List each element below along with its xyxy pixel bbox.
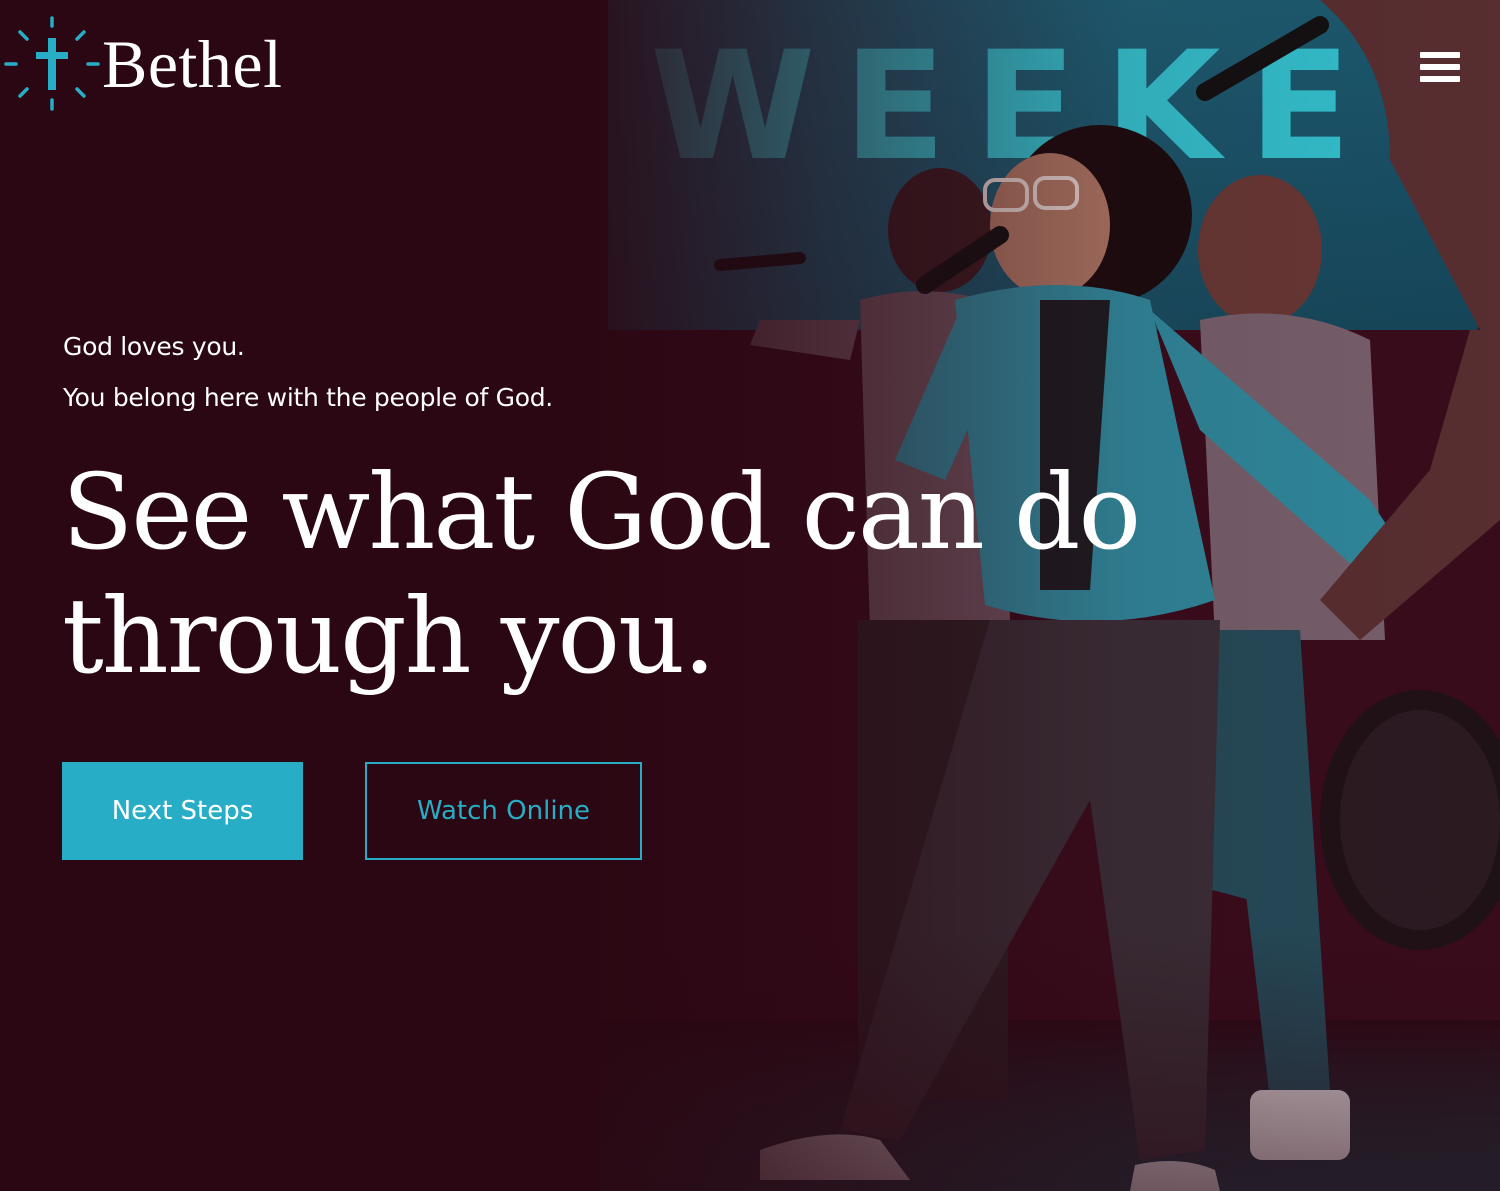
- tagline-primary: God loves you.: [63, 332, 245, 361]
- tagline-secondary: You belong here with the people of God.: [63, 383, 553, 412]
- next-steps-button[interactable]: Next Steps: [62, 762, 303, 860]
- hamburger-menu-icon[interactable]: [1420, 52, 1462, 88]
- brand-name: Bethel: [102, 26, 283, 102]
- hero-headline: See what God can do through you.: [62, 451, 1141, 697]
- cross-burst-icon: [4, 16, 100, 111]
- watch-online-button[interactable]: Watch Online: [365, 762, 642, 860]
- hero-section: WEEKEN Bethel God loves you. You belong …: [0, 0, 1500, 1191]
- site-logo[interactable]: Bethel: [4, 14, 283, 114]
